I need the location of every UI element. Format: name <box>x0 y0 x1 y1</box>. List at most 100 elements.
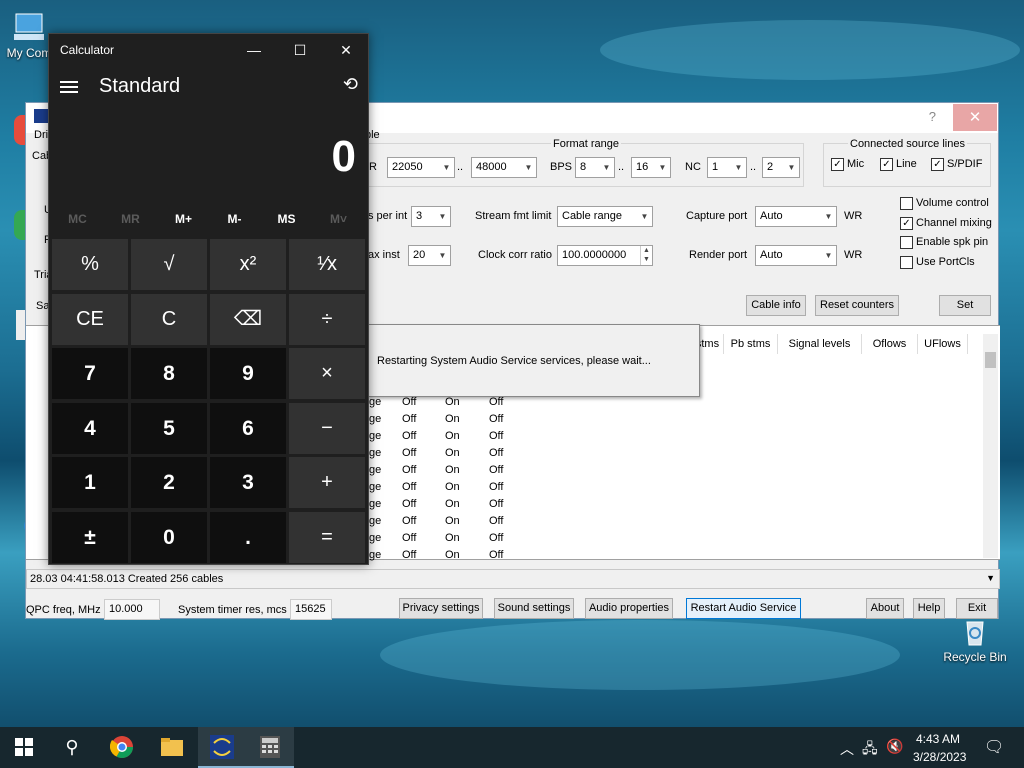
about-button[interactable]: About <box>866 598 904 619</box>
restart-audio-service-button[interactable]: Restart Audio Service <box>686 598 801 619</box>
percent-button[interactable]: % <box>52 239 128 290</box>
capture-wr-label: WR <box>844 210 863 222</box>
connected-lines-title: Connected source lines <box>848 138 967 150</box>
network-icon[interactable]: 🖧 <box>862 738 878 762</box>
bps-min-select[interactable]: 8 ▼ <box>575 157 615 178</box>
memory-list-button[interactable]: M˅ <box>312 212 365 226</box>
nc-min-select[interactable]: 1 ▼ <box>707 157 747 178</box>
subtract-button[interactable]: − <box>289 402 365 454</box>
spinner-arrows-icon[interactable]: ▲ ▼ <box>640 246 652 265</box>
table-cell: Off <box>402 430 417 442</box>
add-button[interactable]: + <box>289 457 365 508</box>
exit-button[interactable]: Exit <box>956 598 998 619</box>
calculator-window[interactable]: Calculator — ☐ ✕ Standard ⟲ 0 MC MR M+ M… <box>48 33 369 565</box>
max-instances-select[interactable]: 20 ▼ <box>408 245 451 266</box>
close-button[interactable]: ✕ <box>323 38 369 62</box>
chevron-down-icon: ▼ <box>442 163 451 172</box>
negate-button[interactable]: ± <box>52 511 128 563</box>
digit-5-button[interactable]: 5 <box>131 402 207 454</box>
memory-recall-button[interactable]: MR <box>104 212 157 226</box>
set-button[interactable]: Set <box>939 295 991 316</box>
qpc-freq-field: 10.000 <box>104 599 160 620</box>
chevron-down-icon[interactable]: ▼ <box>986 573 995 583</box>
equals-button[interactable]: = <box>289 511 365 563</box>
reciprocal-button[interactable]: ¹⁄x <box>289 239 365 290</box>
chevron-down-icon: ▼ <box>734 163 743 172</box>
start-button[interactable] <box>0 727 48 768</box>
help-title-button[interactable]: ? <box>929 109 936 124</box>
digit-9-button[interactable]: 9 <box>210 348 286 399</box>
sample-rate-min-select[interactable]: 22050 ▼ <box>387 157 455 178</box>
maximize-button[interactable]: ☐ <box>277 38 323 62</box>
memory-add-button[interactable]: M+ <box>157 212 210 226</box>
memory-subtract-button[interactable]: M- <box>208 212 261 226</box>
backspace-button[interactable]: ⌫ <box>210 293 286 345</box>
channel-mixing-checkbox[interactable]: ✓ Channel mixing <box>900 217 992 230</box>
divide-button[interactable]: ÷ <box>289 293 365 345</box>
calculator-app-icon[interactable] <box>246 727 294 768</box>
use-portcls-checkbox[interactable]: Use PortCls <box>900 256 975 269</box>
memory-clear-button[interactable]: MC <box>51 212 104 226</box>
cable-info-button[interactable]: Cable info <box>746 295 806 316</box>
column-header[interactable]: Signal levels <box>778 334 862 354</box>
search-icon[interactable]: ⚲ <box>48 727 96 768</box>
square-root-button[interactable]: √ <box>131 239 207 290</box>
clock-time[interactable]: 4:43 AM <box>916 732 960 746</box>
clear-button[interactable]: C <box>131 293 207 345</box>
volume-control-checkbox[interactable]: Volume control <box>900 197 989 210</box>
capture-port-select[interactable]: Auto ▼ <box>755 206 837 227</box>
line-checkbox[interactable]: ✓ Line <box>880 158 917 171</box>
digit-6-button[interactable]: 6 <box>210 402 286 454</box>
digit-0-button[interactable]: 0 <box>131 511 207 563</box>
sound-settings-button[interactable]: Sound settings <box>494 598 574 619</box>
digit-8-button[interactable]: 8 <box>131 348 207 399</box>
digit-3-button[interactable]: 3 <box>210 457 286 508</box>
notification-icon[interactable]: 🗨 <box>984 737 1004 757</box>
nc-max-select[interactable]: 2 ▼ <box>762 157 800 178</box>
hamburger-menu-icon[interactable] <box>60 78 78 96</box>
digit-4-button[interactable]: 4 <box>52 402 128 454</box>
spdif-checkbox[interactable]: ✓ S/PDIF <box>931 158 982 171</box>
stream-fmt-limit-select[interactable]: Cable range ▼ <box>557 206 653 227</box>
streams-per-int-select[interactable]: 3 ▼ <box>411 206 451 227</box>
table-cell: ge <box>369 549 382 561</box>
mic-checkbox[interactable]: ✓ Mic <box>831 158 864 171</box>
help-button[interactable]: Help <box>913 598 945 619</box>
memory-store-button[interactable]: MS <box>260 212 313 226</box>
minimize-button[interactable]: — <box>231 38 277 62</box>
digit-2-button[interactable]: 2 <box>131 457 207 508</box>
chevron-down-icon: ▼ <box>640 212 649 221</box>
audio-properties-button[interactable]: Audio properties <box>585 598 673 619</box>
chrome-icon[interactable] <box>98 727 146 768</box>
clear-entry-button[interactable]: CE <box>52 293 128 345</box>
desktop-icon-recycle-bin[interactable]: Recycle Bin <box>940 614 1010 664</box>
chevron-up-icon[interactable]: ︿ <box>840 739 854 759</box>
file-explorer-icon[interactable] <box>148 727 196 768</box>
bps-max-select[interactable]: 16 ▼ <box>631 157 671 178</box>
digit-7-button[interactable]: 7 <box>52 348 128 399</box>
render-port-select[interactable]: Auto ▼ <box>755 245 837 266</box>
sample-rate-max-select[interactable]: 48000 ▼ <box>471 157 537 178</box>
restart-progress-dialog: Restarting System Audio Service services… <box>366 324 700 397</box>
max-inst-label: ax inst <box>368 249 400 261</box>
clock-corr-ratio-spinner[interactable]: 100.0000000 ▲ ▼ <box>557 245 653 266</box>
table-cell: On <box>445 515 460 527</box>
computer-icon <box>12 10 46 44</box>
column-header[interactable]: Pb stms <box>724 334 778 354</box>
multiply-button[interactable]: × <box>289 348 365 399</box>
column-header[interactable]: Oflows <box>862 334 918 354</box>
privacy-settings-button[interactable]: Privacy settings <box>399 598 483 619</box>
digit-1-button[interactable]: 1 <box>52 457 128 508</box>
square-button[interactable]: x² <box>210 239 286 290</box>
decimal-button[interactable]: . <box>210 511 286 563</box>
enable-spk-pin-checkbox[interactable]: Enable spk pin <box>900 236 988 249</box>
vertical-scrollbar[interactable] <box>983 334 998 558</box>
chevron-down-icon: ▼ <box>658 163 667 172</box>
volume-muted-icon[interactable]: 🔇 <box>886 738 903 755</box>
history-icon[interactable]: ⟲ <box>343 74 358 95</box>
vac-app-icon[interactable] <box>198 727 246 768</box>
column-header[interactable]: UFlows <box>918 334 968 354</box>
reset-counters-button[interactable]: Reset counters <box>815 295 899 316</box>
clock-date[interactable]: 3/28/2023 <box>913 750 966 764</box>
close-button[interactable]: ✕ <box>953 104 997 131</box>
